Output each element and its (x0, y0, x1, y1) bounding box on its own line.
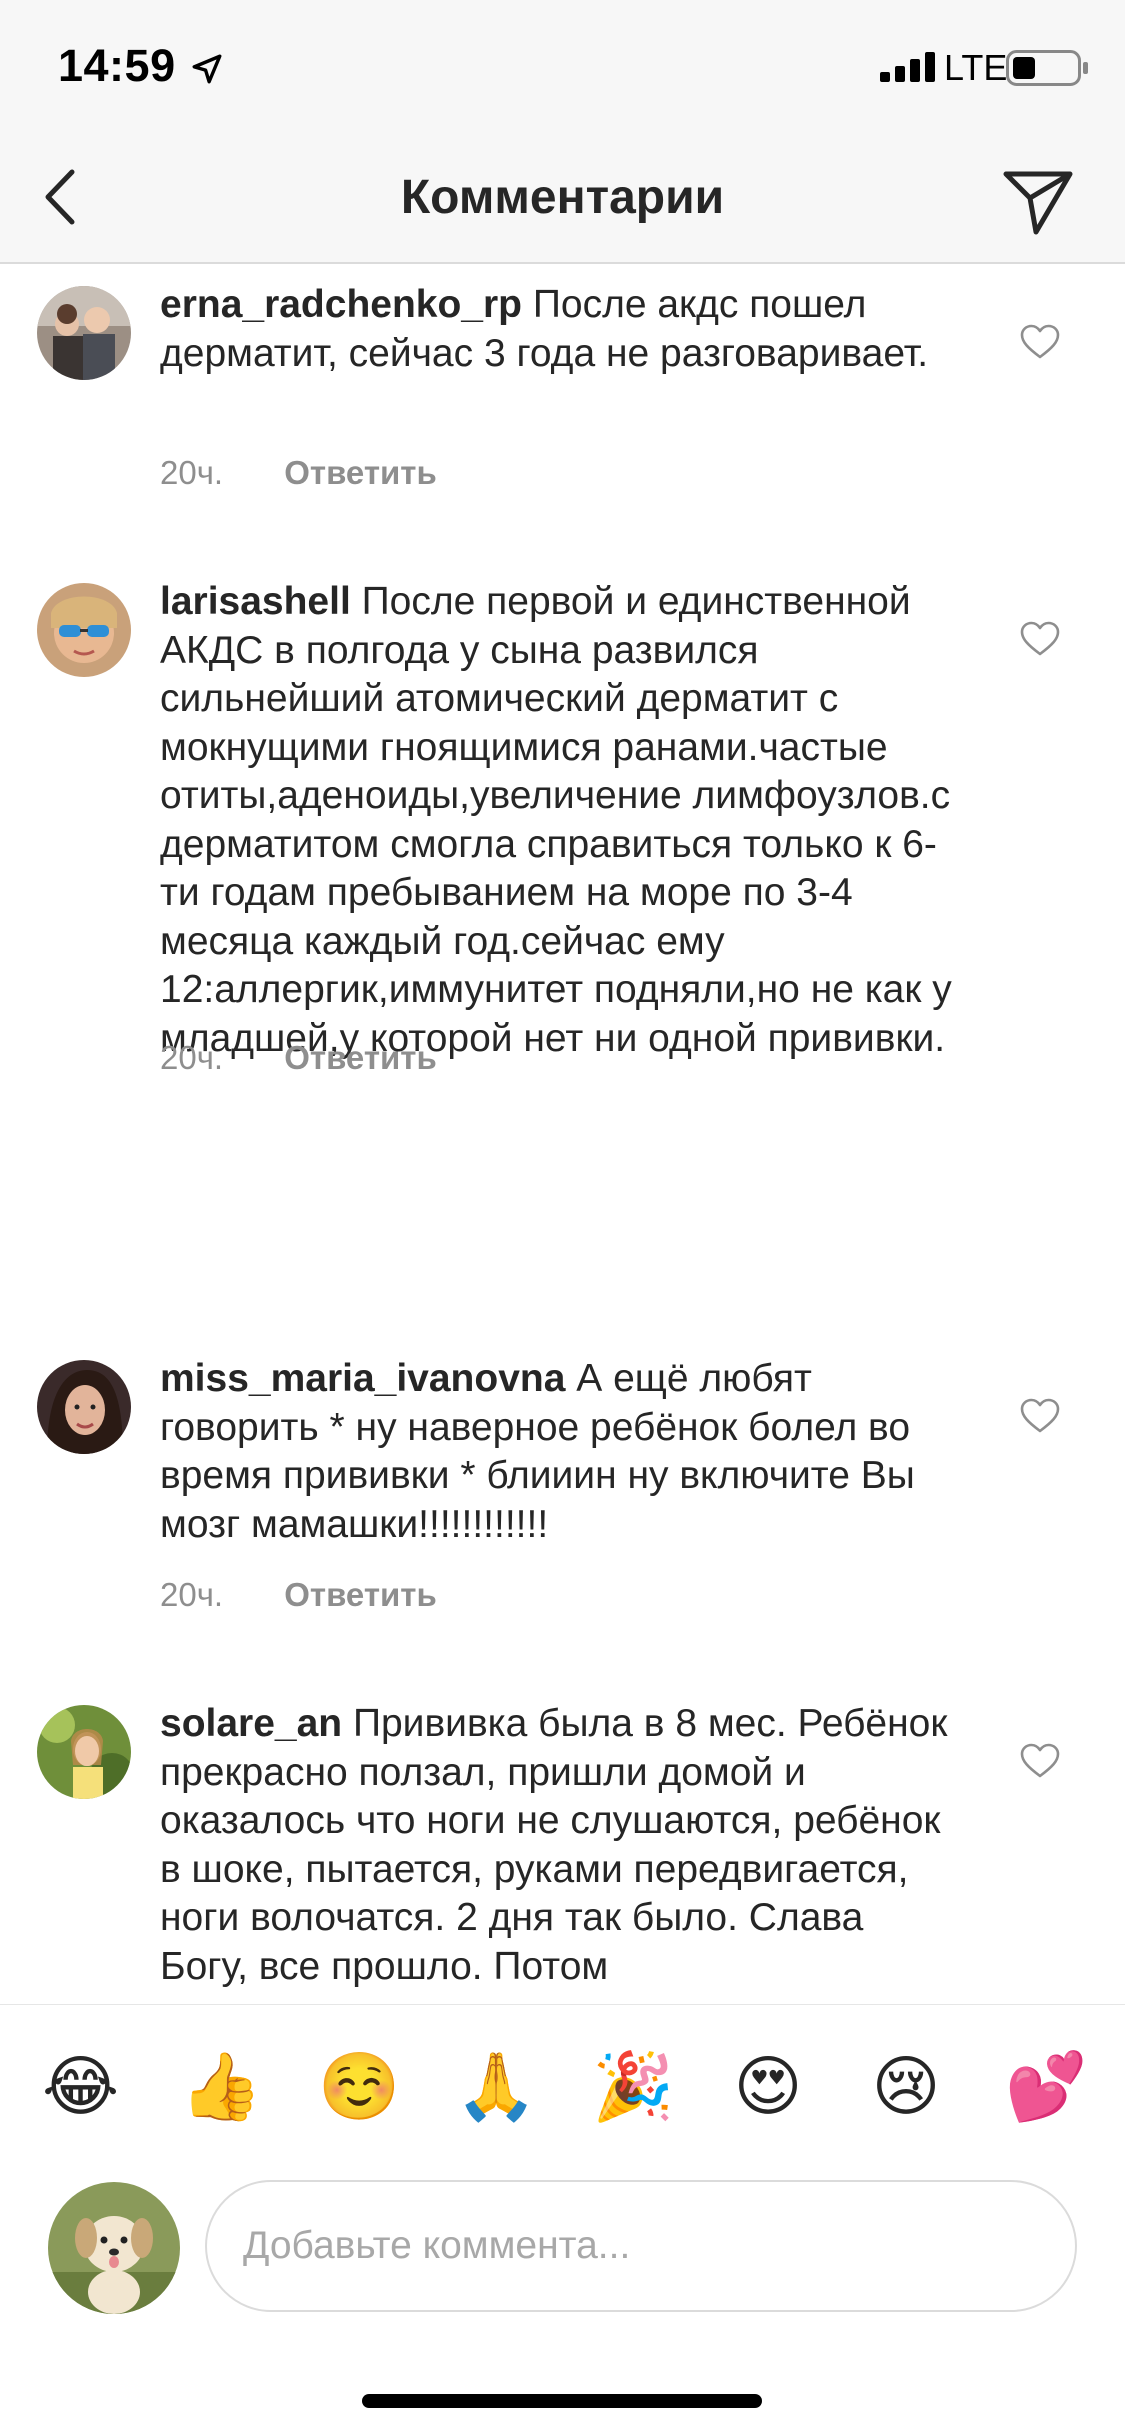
comment-username[interactable]: solare_an (160, 1702, 342, 1745)
signal-bars-icon (880, 52, 935, 82)
comment-composer (0, 2168, 1125, 2436)
nav-header: Комментарии (0, 132, 1125, 264)
comment-text: erna_radchenko_rp После акдс пошел дерма… (160, 281, 960, 378)
like-heart-icon[interactable] (1020, 621, 1060, 657)
comments-list: erna_radchenko_rp После акдс пошел дерма… (0, 266, 1125, 2002)
my-avatar (48, 2182, 180, 2314)
battery-icon (1006, 50, 1088, 86)
reply-button[interactable]: Ответить (284, 1576, 437, 1613)
avatar[interactable] (37, 1705, 131, 1799)
emoji-party-popper[interactable]: 🎉 (592, 2049, 674, 2125)
comment-meta: 20ч. Ответить (160, 454, 437, 492)
comment-text: solare_an Прививка была в 8 мес. Ребёнок… (160, 1700, 960, 1991)
comment-username[interactable]: miss_maria_ivanovna (160, 1357, 565, 1400)
comment-meta: 20ч. Ответить (160, 1576, 437, 1614)
reply-button[interactable]: Ответить (284, 1039, 437, 1076)
comment-text: larisashell После первой и единственной … (160, 578, 960, 1063)
comment-time: 20ч. (160, 454, 224, 491)
page-title: Комментарии (400, 171, 725, 224)
like-heart-icon[interactable] (1020, 1398, 1060, 1434)
location-arrow-icon (192, 54, 222, 84)
home-indicator (362, 2394, 762, 2408)
emoji-smiling[interactable]: ☺️ (318, 2049, 400, 2125)
avatar[interactable] (37, 286, 131, 380)
status-time: 14:59 (58, 40, 176, 91)
emoji-crying[interactable]: 😢 (868, 2049, 944, 2125)
comment-input[interactable] (205, 2180, 1077, 2312)
emoji-tears-of-joy[interactable]: 😂 (42, 2049, 119, 2125)
comment-time: 20ч. (160, 1039, 224, 1076)
reply-button[interactable]: Ответить (284, 454, 437, 491)
comment-meta: 20ч. Ответить (160, 1039, 437, 1077)
emoji-heart-eyes[interactable]: 😍 (730, 2049, 806, 2125)
avatar[interactable] (37, 1360, 131, 1454)
like-heart-icon[interactable] (1020, 324, 1060, 360)
avatar[interactable] (37, 583, 131, 677)
network-type: LTE (944, 47, 1008, 88)
emoji-folded-hands[interactable]: 🙏 (455, 2049, 537, 2125)
comment-username[interactable]: erna_radchenko_rp (160, 283, 522, 326)
like-heart-icon[interactable] (1020, 1743, 1060, 1779)
emoji-quick-bar: 😂 👍 ☺️ 🙏 🎉 😍 😢 💕 (0, 2004, 1125, 2168)
comment-username[interactable]: larisashell (160, 580, 351, 623)
comment-text: miss_maria_ivanovna А ещё любят говорить… (160, 1355, 960, 1549)
comment-content: После первой и единственной АКДС в полго… (160, 580, 952, 1060)
emoji-two-hearts[interactable]: 💕 (1005, 2049, 1087, 2125)
comment-time: 20ч. (160, 1576, 224, 1613)
status-bar: 14:59 LTE (0, 0, 1125, 132)
emoji-thumbs-up[interactable]: 👍 (180, 2049, 262, 2125)
direct-send-icon[interactable] (998, 160, 1078, 240)
comments-screen: 14:59 LTE Комментарии erna_radchenko_rp … (0, 0, 1125, 2436)
